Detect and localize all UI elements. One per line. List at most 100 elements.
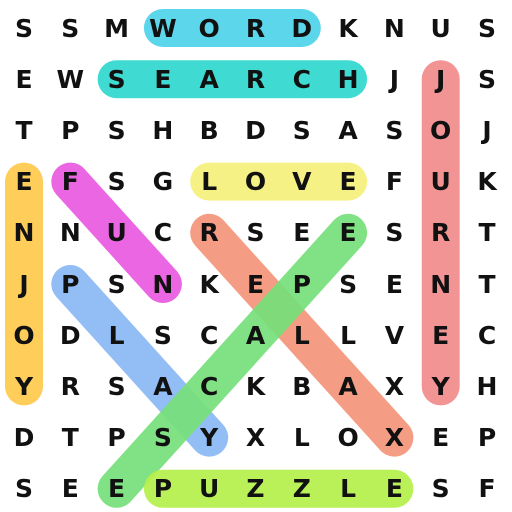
letter-cell[interactable]: E <box>284 215 320 251</box>
letter-cell[interactable]: K <box>330 10 366 46</box>
letter-cell[interactable]: E <box>52 471 88 507</box>
letter-cell[interactable]: J <box>469 112 505 148</box>
letter-cell[interactable]: E <box>376 471 412 507</box>
letter-cell[interactable]: R <box>52 368 88 404</box>
letter-cell[interactable]: S <box>376 215 412 251</box>
letter-cell[interactable]: S <box>52 10 88 46</box>
letter-cell[interactable]: B <box>284 368 320 404</box>
letter-cell[interactable]: J <box>376 61 412 97</box>
letter-cell[interactable]: H <box>145 112 181 148</box>
letter-grid[interactable]: SSMWORDKNUSEWSEARCHJJSTPSHBDSASOJEFSGLOV… <box>0 0 512 512</box>
letter-cell[interactable]: J <box>6 266 42 302</box>
letter-cell[interactable]: P <box>469 420 505 456</box>
letter-cell[interactable]: O <box>191 10 227 46</box>
letter-cell[interactable]: R <box>191 215 227 251</box>
letter-cell[interactable]: N <box>6 215 42 251</box>
letter-cell[interactable]: S <box>145 317 181 353</box>
letter-cell[interactable]: O <box>6 317 42 353</box>
letter-cell[interactable]: F <box>376 164 412 200</box>
letter-cell[interactable]: O <box>330 420 366 456</box>
letter-cell[interactable]: S <box>469 61 505 97</box>
letter-cell[interactable]: X <box>376 420 412 456</box>
letter-cell[interactable]: W <box>145 10 181 46</box>
letter-cell[interactable]: E <box>145 61 181 97</box>
letter-cell[interactable]: Z <box>284 471 320 507</box>
letter-cell[interactable]: D <box>6 420 42 456</box>
letter-cell[interactable]: S <box>238 215 274 251</box>
letter-cell[interactable]: R <box>423 215 459 251</box>
letter-cell[interactable]: H <box>330 61 366 97</box>
letter-cell[interactable]: U <box>99 215 135 251</box>
letter-cell[interactable]: P <box>52 112 88 148</box>
letter-cell[interactable]: O <box>423 112 459 148</box>
letter-cell[interactable]: F <box>52 164 88 200</box>
letter-cell[interactable]: H <box>469 368 505 404</box>
letter-cell[interactable]: E <box>99 471 135 507</box>
letter-cell[interactable]: E <box>330 215 366 251</box>
letter-cell[interactable]: R <box>238 10 274 46</box>
letter-cell[interactable]: E <box>330 164 366 200</box>
letter-cell[interactable]: E <box>423 317 459 353</box>
letter-cell[interactable]: O <box>238 164 274 200</box>
letter-cell[interactable]: Y <box>191 420 227 456</box>
letter-cell[interactable]: E <box>423 420 459 456</box>
letter-cell[interactable]: N <box>52 215 88 251</box>
letter-cell[interactable]: K <box>238 368 274 404</box>
letter-cell[interactable]: C <box>145 215 181 251</box>
letter-cell[interactable]: A <box>238 317 274 353</box>
letter-cell[interactable]: G <box>145 164 181 200</box>
letter-cell[interactable]: A <box>145 368 181 404</box>
letter-cell[interactable]: V <box>376 317 412 353</box>
letter-cell[interactable]: S <box>469 10 505 46</box>
letter-cell[interactable]: A <box>191 61 227 97</box>
letter-cell[interactable]: S <box>423 471 459 507</box>
letter-cell[interactable]: S <box>6 10 42 46</box>
letter-cell[interactable]: T <box>469 215 505 251</box>
letter-cell[interactable]: K <box>191 266 227 302</box>
letter-cell[interactable]: X <box>376 368 412 404</box>
letter-cell[interactable]: Y <box>423 368 459 404</box>
letter-cell[interactable]: S <box>99 61 135 97</box>
letter-cell[interactable]: C <box>284 61 320 97</box>
letter-cell[interactable]: R <box>238 61 274 97</box>
letter-cell[interactable]: C <box>191 368 227 404</box>
letter-cell[interactable]: S <box>330 266 366 302</box>
letter-cell[interactable]: A <box>330 368 366 404</box>
letter-cell[interactable]: P <box>52 266 88 302</box>
letter-cell[interactable]: L <box>284 420 320 456</box>
letter-cell[interactable]: S <box>99 266 135 302</box>
letter-cell[interactable]: D <box>52 317 88 353</box>
letter-cell[interactable]: J <box>423 61 459 97</box>
letter-cell[interactable]: W <box>52 61 88 97</box>
letter-cell[interactable]: E <box>6 164 42 200</box>
letter-cell[interactable]: T <box>6 112 42 148</box>
letter-cell[interactable]: K <box>469 164 505 200</box>
letter-cell[interactable]: E <box>6 61 42 97</box>
letter-cell[interactable]: T <box>469 266 505 302</box>
letter-cell[interactable]: S <box>99 112 135 148</box>
letter-cell[interactable]: S <box>284 112 320 148</box>
letter-cell[interactable]: U <box>423 164 459 200</box>
letter-cell[interactable]: P <box>284 266 320 302</box>
letter-cell[interactable]: X <box>238 420 274 456</box>
letter-cell[interactable]: S <box>99 368 135 404</box>
letter-cell[interactable]: P <box>99 420 135 456</box>
letter-cell[interactable]: N <box>423 266 459 302</box>
letter-cell[interactable]: S <box>99 164 135 200</box>
letter-cell[interactable]: E <box>376 266 412 302</box>
letter-cell[interactable]: S <box>376 112 412 148</box>
letter-cell[interactable]: M <box>99 10 135 46</box>
letter-cell[interactable]: U <box>423 10 459 46</box>
letter-cell[interactable]: F <box>469 471 505 507</box>
letter-cell[interactable]: B <box>191 112 227 148</box>
letter-cell[interactable]: N <box>145 266 181 302</box>
letter-cell[interactable]: L <box>191 164 227 200</box>
letter-cell[interactable]: T <box>52 420 88 456</box>
letter-cell[interactable]: S <box>6 471 42 507</box>
letter-cell[interactable]: D <box>284 10 320 46</box>
letter-cell[interactable]: L <box>330 317 366 353</box>
letter-cell[interactable]: L <box>284 317 320 353</box>
letter-cell[interactable]: A <box>330 112 366 148</box>
letter-cell[interactable]: Y <box>6 368 42 404</box>
letter-cell[interactable]: U <box>191 471 227 507</box>
